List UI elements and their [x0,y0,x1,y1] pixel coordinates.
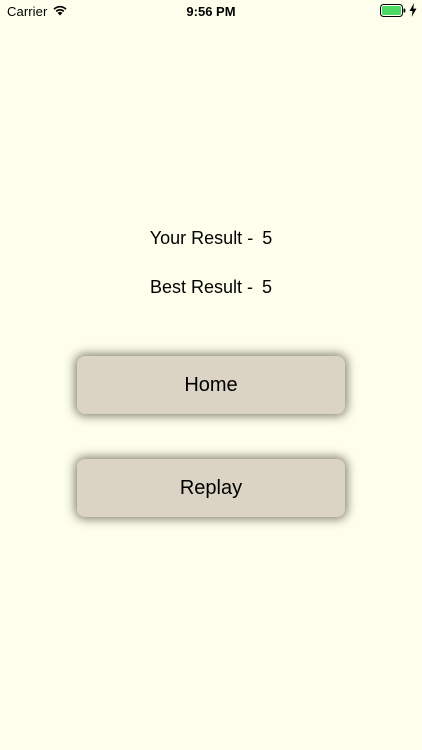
charging-bolt-icon [409,3,417,17]
replay-button-label: Replay [179,476,243,499]
battery-icon [380,4,406,17]
home-button[interactable]: Home [77,356,345,414]
replay-button[interactable]: Replay [77,459,345,517]
home-button-label: Home [184,373,238,396]
best-result-value: 5 [262,277,273,297]
best-result-line: Best Result - 5 [0,277,422,298]
your-result-value: 5 [262,228,273,248]
your-result-line: Your Result - 5 [0,228,422,249]
best-result-label: Best Result - [149,277,254,297]
status-bar: Carrier 9:56 PM [0,0,422,22]
clock: 9:56 PM [186,4,236,19]
your-result-label: Your Result - [149,228,254,248]
